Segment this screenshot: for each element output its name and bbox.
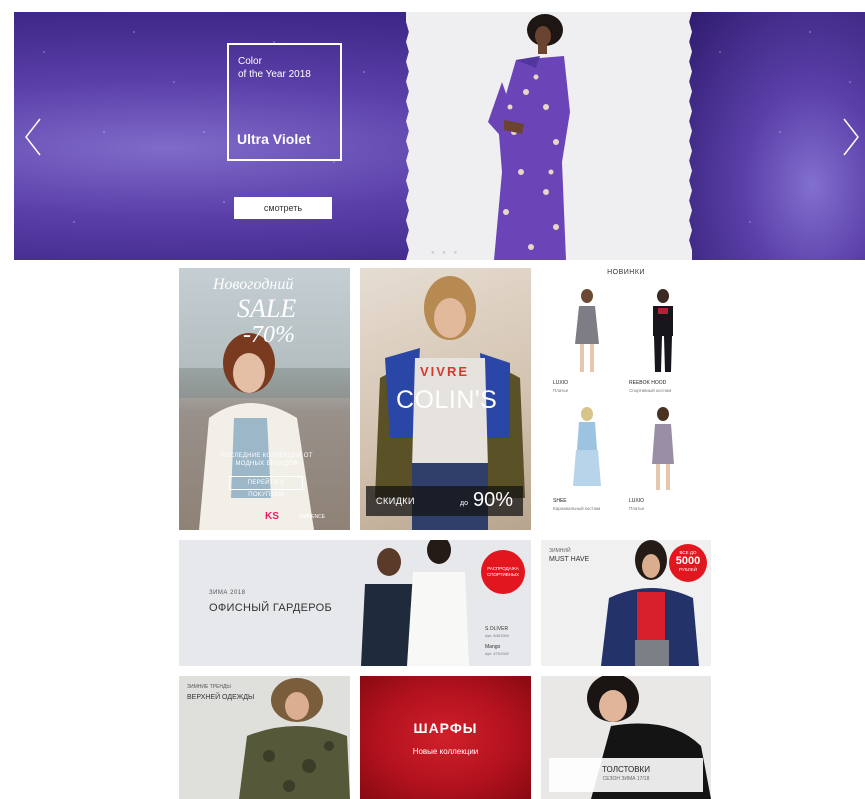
product-type: Спортивный костюм	[629, 388, 672, 393]
view-button[interactable]: смотреть	[234, 197, 332, 219]
product-photo	[575, 289, 599, 372]
outerwear-season: ЗИМНИЕ ТРЕНДЫ	[187, 684, 231, 690]
product-type: Платье	[553, 388, 569, 393]
product-type: Платье	[629, 506, 645, 511]
must-have-season: ЗИМНИЙ	[549, 548, 571, 554]
scarves-title: ШАРФЫ	[413, 720, 478, 736]
colins-discount-label: СКИДКИ	[376, 496, 416, 506]
sale-tile[interactable]: Новогодний SALE -70% ПОСЛЕДНИЕ КОЛЛЕКЦИИ…	[179, 268, 350, 530]
prev-slide-arrow-icon[interactable]	[22, 117, 44, 157]
must-have-title: MUST HAVE	[549, 556, 590, 563]
product-brand: LUXIO	[553, 380, 569, 386]
color-of-year-subtitle: Color of the Year 2018	[238, 56, 311, 80]
office-brand-2: Mango	[485, 644, 501, 650]
product-brand: LUXIO	[629, 498, 645, 504]
color-name-title: Ultra Violet	[237, 131, 311, 147]
product-card[interactable]: SHEE Карнавальный костюм	[553, 402, 621, 514]
office-brand-1: S.OLIVER	[485, 626, 509, 632]
price-badge-value: 5000	[675, 555, 701, 567]
office-article-2: Арт. 4701942	[485, 651, 509, 656]
product-brand: SHEE	[553, 498, 567, 504]
sale-percent: -70%	[243, 322, 295, 348]
colins-discount-prefix: до	[460, 500, 468, 507]
outerwear-title: ВЕРХНЕЙ ОДЕЖДЫ	[187, 694, 255, 701]
colins-shirt-print: VIVRE	[420, 364, 470, 379]
must-have-tile[interactable]: ЗИМНИЙ MUST HAVE ВСЕ ДО 5000 РУБЛЕЙ	[541, 540, 711, 666]
novelties-tile[interactable]: НОВИНКИ LUXIO Платье REEBOK HOOD Спортив…	[541, 266, 711, 530]
product-type: Карнавальный костюм	[553, 506, 601, 511]
product-brand: REEBOK HOOD	[629, 380, 667, 386]
office-wardrobe-tile[interactable]: ЗИМА 2018 ОФИСНЫЙ ГАРДЕРОБ РАСПРОДАЖА СП…	[179, 540, 531, 666]
office-models-photo	[361, 540, 469, 666]
product-photo	[653, 289, 673, 372]
slider-dots[interactable]: ● ● ●	[431, 250, 460, 256]
colins-brand: COLIN'S	[396, 386, 498, 414]
sale-caption: ПОСЛЕДНИЕ КОЛЛЕКЦИИ ОТ МОДНЫХ БРЕНДОВ	[220, 453, 313, 467]
product-card[interactable]: REEBOK HOOD Спортивный костюм	[629, 284, 699, 396]
colins-discount-bar: СКИДКИ до 90%	[366, 486, 523, 516]
price-badge: ВСЕ ДО 5000 РУБЛЕЙ	[669, 544, 707, 582]
shop-now-button[interactable]: ПЕРЕЙТИ К ПОКУПКАМ	[229, 476, 303, 498]
colins-discount-value: 90%	[473, 489, 514, 511]
outerwear-model-photo	[239, 678, 350, 799]
hoodies-tile[interactable]: ТОЛСТОВКИ СЕЗОН ЗИМА 17/18	[541, 676, 711, 799]
colins-tile[interactable]: VIVRE COLIN'S СКИДКИ до 90%	[360, 268, 531, 530]
hoodies-title: ТОЛСТОВКИ	[602, 765, 650, 774]
price-badge-unit: РУБЛЕЙ	[679, 567, 697, 572]
office-article-1: Арт. 8401994	[485, 633, 509, 638]
hero-right-panel	[690, 12, 865, 260]
hoodies-label-box: ТОЛСТОВКИ СЕЗОН ЗИМА 17/18	[549, 758, 703, 792]
brand-logo-ks: KS	[265, 511, 279, 522]
office-season: ЗИМА 2018	[209, 590, 246, 596]
sale-badge: РАСПРОДАЖА СПОРТИВНЫХ	[481, 550, 525, 594]
starfield-decoration	[690, 12, 865, 260]
hero-banner[interactable]: Color of the Year 2018 Ultra Violet смот…	[14, 12, 865, 260]
product-card[interactable]: LUXIO Платье	[553, 284, 621, 396]
product-photo	[573, 407, 601, 486]
office-title: ОФИСНЫЙ ГАРДЕРОБ	[209, 602, 333, 614]
outerwear-tile[interactable]: ЗИМНИЕ ТРЕНДЫ ВЕРХНЕЙ ОДЕЖДЫ	[179, 676, 350, 799]
brand-logo-ambience: AMBIENCE	[299, 514, 326, 520]
sale-script-title: Новогодний	[213, 276, 294, 293]
next-slide-arrow-icon[interactable]	[840, 117, 862, 157]
sale-title: SALE	[237, 294, 297, 323]
novelties-title: НОВИНКИ	[607, 269, 645, 276]
scarves-tile[interactable]: ШАРФЫ Новые коллекции	[360, 676, 531, 799]
product-photo	[652, 407, 674, 490]
hoodies-subtitle: СЕЗОН ЗИМА 17/18	[602, 776, 650, 782]
scarves-subtitle: Новые коллекции	[412, 747, 479, 756]
hero-model-photo	[406, 12, 692, 260]
product-card[interactable]: LUXIO Платье	[629, 402, 699, 514]
color-of-year-box: Color of the Year 2018 Ultra Violet	[227, 43, 342, 161]
